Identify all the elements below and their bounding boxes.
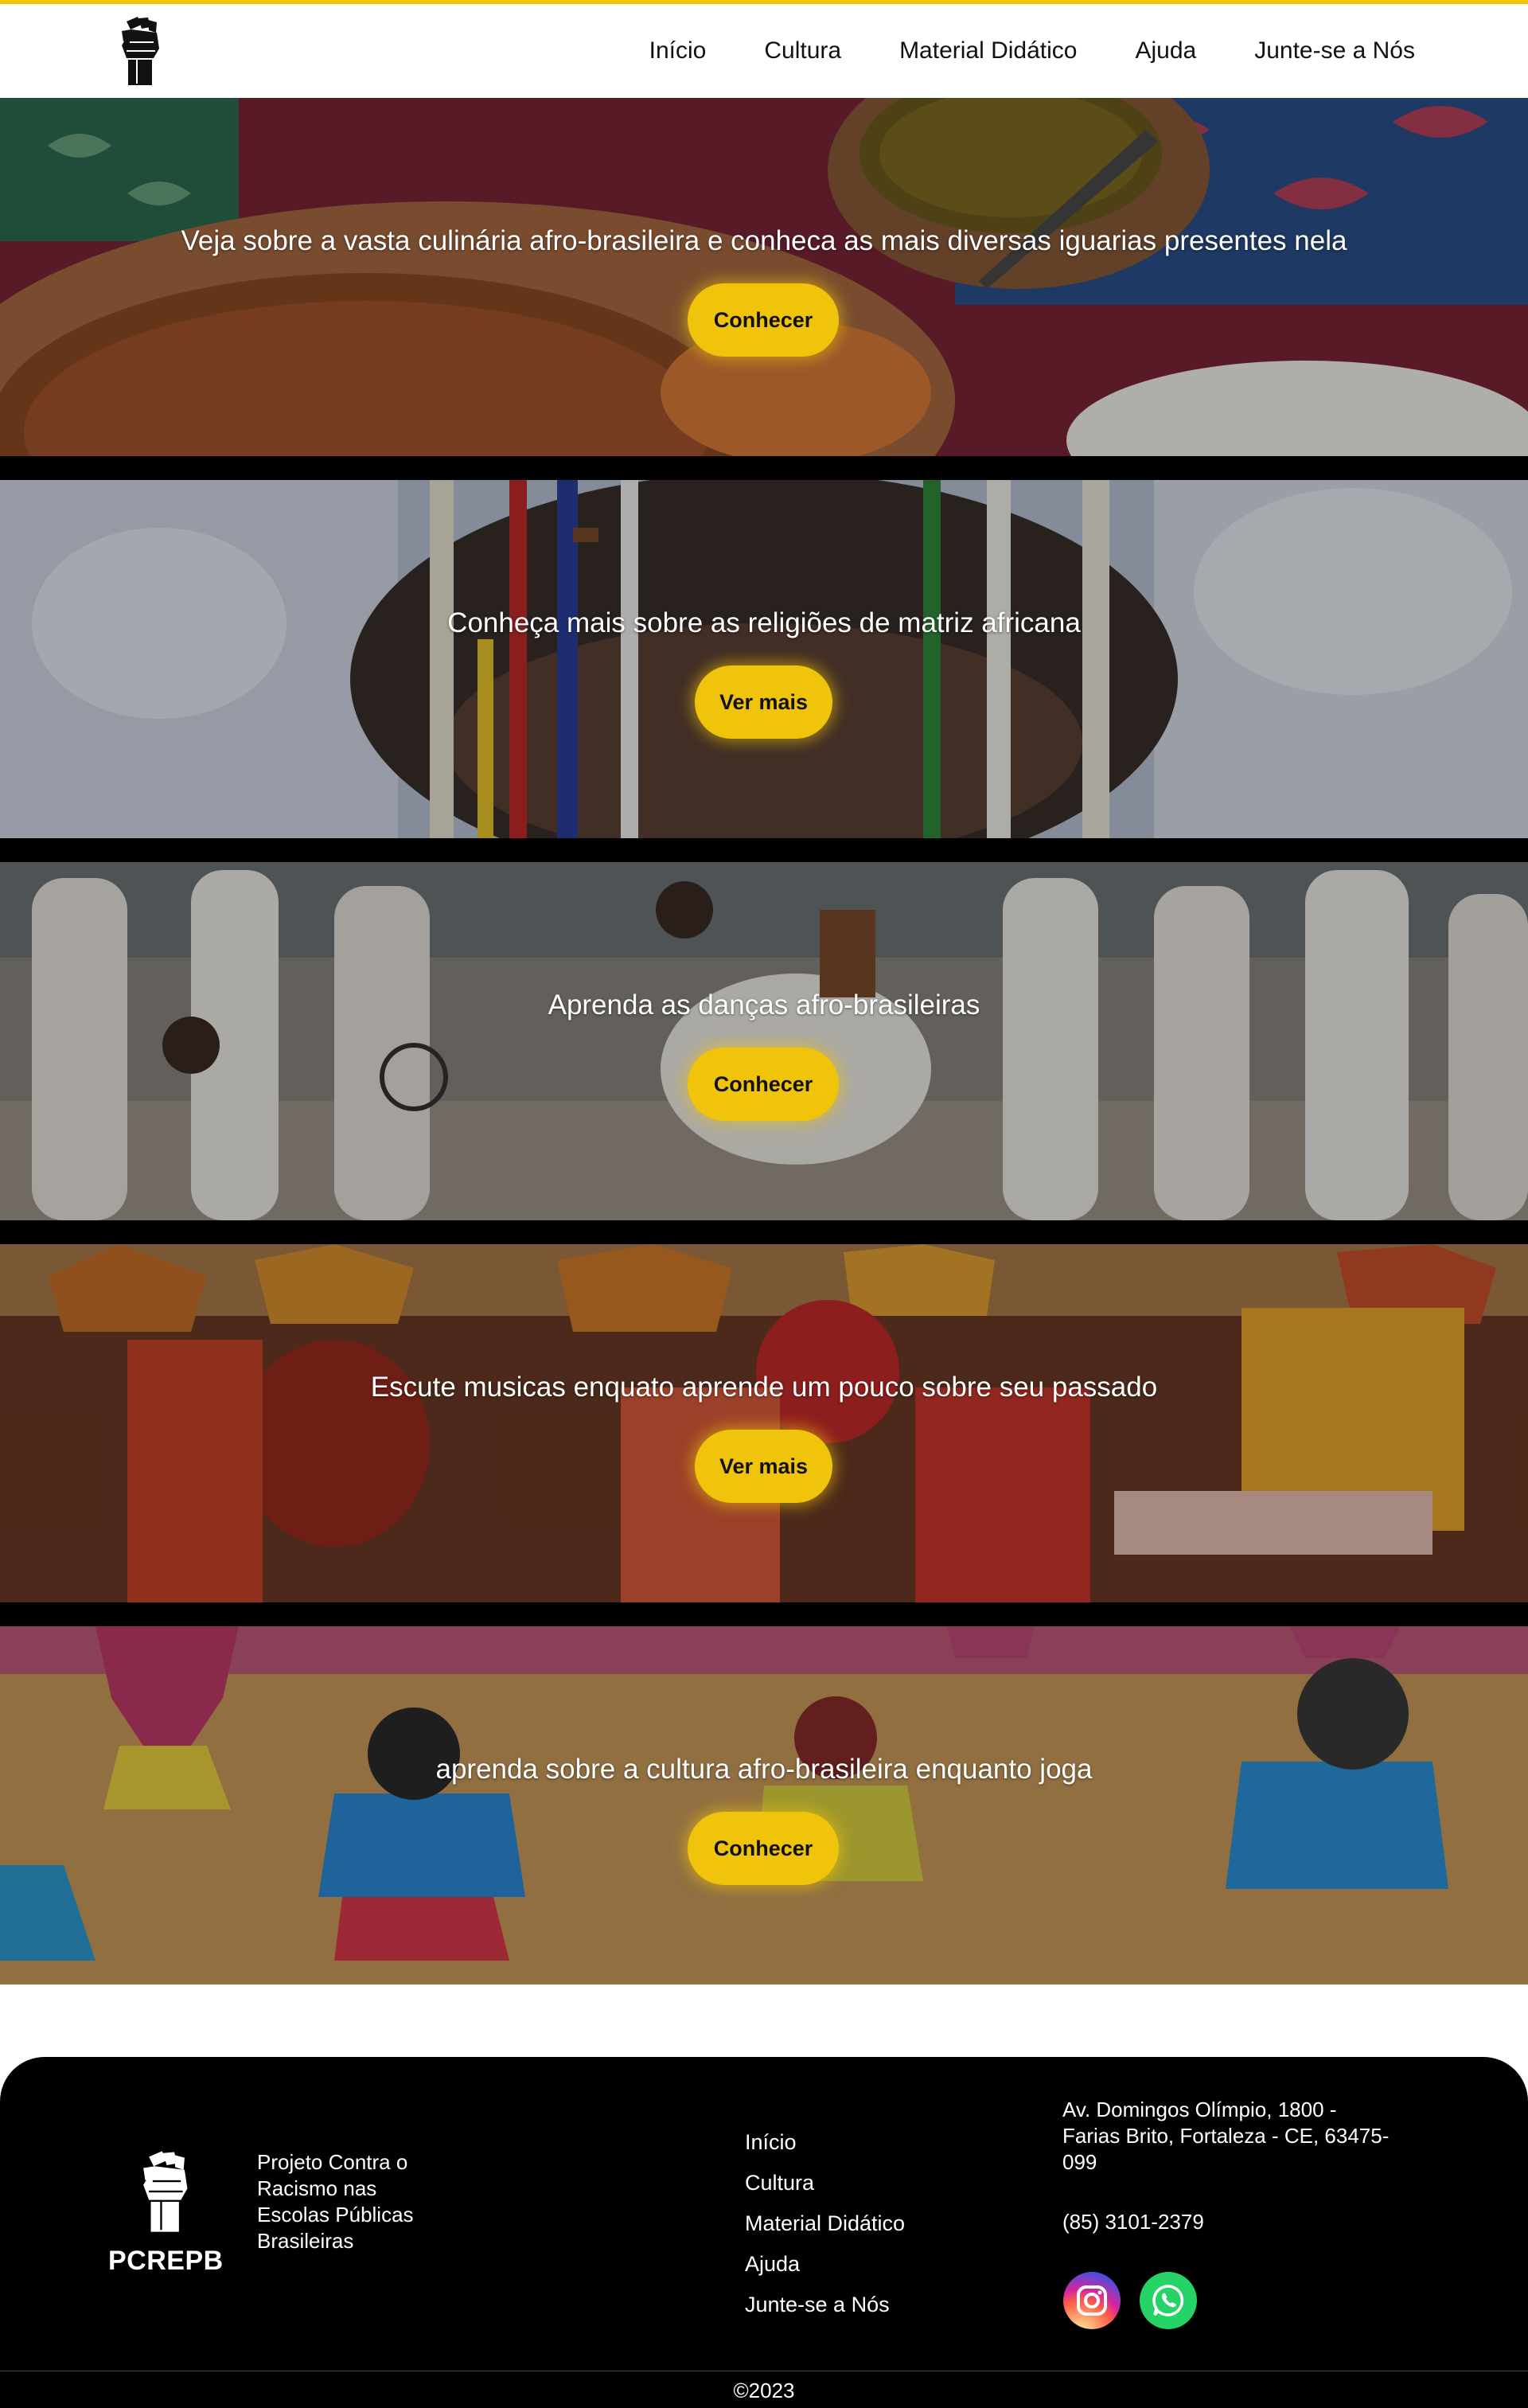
banner-divider [0,456,1528,480]
social-links [1063,2272,1197,2329]
conhecer-culinaria-button[interactable]: Conhecer [688,283,839,357]
instagram-glyph-icon [1077,2285,1107,2316]
copyright: ©2023 [733,2379,795,2402]
banner-musicas: Escute musicas enquato aprende um pouco … [0,1244,1528,1602]
footer-link-ajuda[interactable]: Ajuda [745,2244,905,2285]
footer-brand: PCREPB [108,2246,224,2276]
footer-tagline: Projeto Contra o Racismo nas Escolas Púb… [257,2150,414,2253]
banner-overlay [0,1626,1528,1985]
banner-caption: Veja sobre a vasta culinária afro-brasil… [181,225,1347,256]
nav-item-inicio[interactable]: Início [649,37,707,64]
footer-link-material-didatico[interactable]: Material Didático [745,2203,905,2244]
main-nav: Início Cultura Material Didático Ajuda J… [649,4,1415,98]
nav-item-junte-se[interactable]: Junte-se a Nós [1254,37,1415,64]
ver-mais-religioes-button[interactable]: Ver mais [695,665,832,739]
banner-religioes: Conheça mais sobre as religiões de matri… [0,480,1528,838]
ver-mais-musicas-button[interactable]: Ver mais [695,1430,832,1503]
nav-item-cultura[interactable]: Cultura [764,37,841,64]
banner-caption: Aprenda as danças afro-brasileiras [548,989,980,1021]
banner-caption: Escute musicas enquato aprende um pouco … [370,1372,1158,1403]
banner-dancas: Aprenda as danças afro-brasileiras Conhe… [0,862,1528,1220]
nav-item-material-didatico[interactable]: Material Didático [899,37,1077,64]
footer-link-junte-se[interactable]: Junte-se a Nós [745,2285,905,2325]
banner-divider [0,1220,1528,1244]
whatsapp-icon[interactable] [1140,2272,1197,2329]
footer-nav: Início Cultura Material Didático Ajuda J… [745,2122,905,2325]
banner-overlay [0,862,1528,1220]
banner-divider [0,1602,1528,1626]
banner-caption: Conheça mais sobre as religiões de matri… [447,607,1081,638]
banner-caption: aprenda sobre a cultura afro-brasileira … [435,1754,1093,1785]
banner-overlay [0,480,1528,838]
conhecer-jogos-button[interactable]: Conhecer [688,1812,839,1885]
conhecer-dancas-button[interactable]: Conhecer [688,1048,839,1121]
whatsapp-glyph-icon [1152,2285,1184,2316]
banner-jogos: aprenda sobre a cultura afro-brasileira … [0,1626,1528,1985]
raised-fist-logo-icon[interactable] [115,15,163,87]
raised-fist-logo-icon [143,2151,188,2232]
instagram-icon[interactable] [1063,2272,1121,2329]
nav-item-ajuda[interactable]: Ajuda [1135,37,1196,64]
banner-divider [0,838,1528,862]
site-footer: PCREPB Projeto Contra o Racismo nas Esco… [0,2057,1528,2408]
banner-overlay [0,1244,1528,1602]
footer-link-cultura[interactable]: Cultura [745,2163,905,2203]
footer-link-inicio[interactable]: Início [745,2122,905,2163]
banner-overlay [0,98,1528,456]
site-header: Início Cultura Material Didático Ajuda J… [0,4,1528,98]
footer-address: Av. Domingos Olímpio, 1800 - Farias Brit… [1062,2098,1390,2174]
banner-culinaria: Veja sobre a vasta culinária afro-brasil… [0,98,1528,456]
footer-phone: (85) 3101-2379 [1062,2210,1204,2234]
